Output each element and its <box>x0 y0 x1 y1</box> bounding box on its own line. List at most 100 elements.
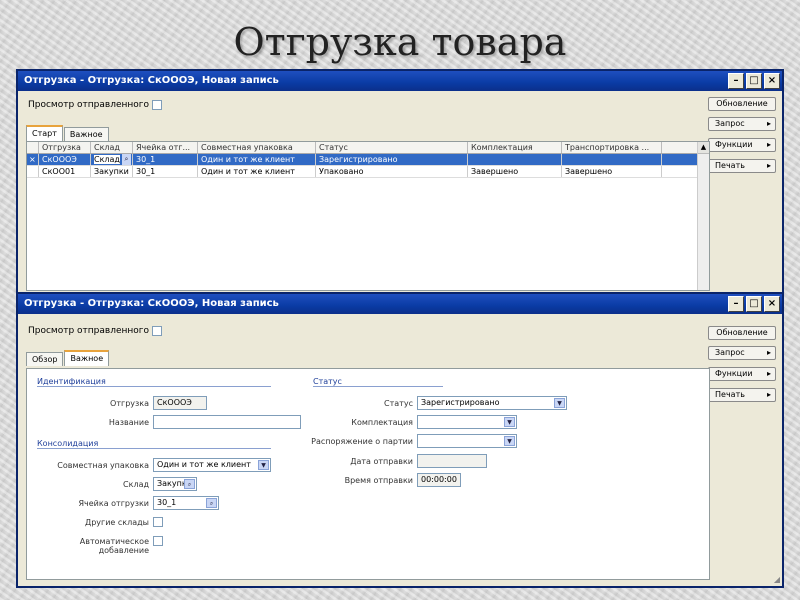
table-cell[interactable]: Один и тот же клиент <box>198 166 316 177</box>
request-button[interactable]: Запрос ▸ <box>708 346 776 360</box>
row-marker <box>27 166 39 177</box>
status-value: Зарегистрировано <box>421 398 500 407</box>
transport-select[interactable]: ▼ <box>417 434 517 448</box>
window-titlebar[interactable]: Отгрузка - Отгрузка: СкОООЭ, Новая запис… <box>18 294 782 314</box>
tab-important[interactable]: Важное <box>63 127 109 141</box>
ship-time-field[interactable]: 00:00:00 <box>417 473 461 487</box>
slide-title: Отгрузка товара <box>233 20 567 64</box>
preview-row: Просмотр отправленного <box>28 100 163 110</box>
warehouse-field[interactable]: Закупки ⌕ <box>153 477 197 491</box>
shipment-grid: Отгрузка Склад Ячейка отг... Совместная … <box>26 141 710 291</box>
grid-header-cell[interactable]: Транспортировка ... <box>562 142 662 153</box>
functions-label: Функции <box>715 140 753 149</box>
ship-time-label: Время отправки <box>344 476 413 485</box>
preview-label: Просмотр отправленного <box>28 326 150 336</box>
table-row[interactable]: × СкОООЭ Склад ⌕ 30_1 Один и тот же клиен… <box>27 154 709 166</box>
transport-label: Распоряжение о партии <box>311 437 413 446</box>
ship-date-field[interactable] <box>417 454 487 468</box>
status-select[interactable]: Зарегистрировано ▼ <box>417 396 567 410</box>
identification-section: Идентификация <box>37 377 271 387</box>
functions-button[interactable]: Функции ▸ <box>708 138 776 152</box>
table-cell[interactable]: 30_1 <box>133 166 198 177</box>
grid-header-cell[interactable]: Отгрузка <box>39 142 91 153</box>
auto-add-checkbox[interactable] <box>153 536 163 546</box>
grid-header-cell[interactable]: Комплектация <box>468 142 562 153</box>
scroll-up-icon[interactable]: ▲ <box>698 142 709 154</box>
arrow-right-icon: ▸ <box>766 390 771 399</box>
minimize-icon[interactable]: – <box>728 296 744 312</box>
preview-checkbox[interactable] <box>152 326 163 336</box>
table-cell[interactable] <box>562 154 662 165</box>
ship-cell-label: Ячейка отгрузки <box>78 499 149 508</box>
grid-header-cell[interactable]: Совместная упаковка <box>198 142 316 153</box>
close-icon[interactable]: × <box>764 296 780 312</box>
maximize-icon[interactable]: □ <box>746 73 762 89</box>
chevron-down-icon[interactable]: ▼ <box>258 460 269 470</box>
other-warehouses-label: Другие склады <box>84 518 149 527</box>
tab-start[interactable]: Старт <box>26 125 63 141</box>
functions-label: Функции <box>715 369 753 378</box>
table-cell[interactable]: Завершено <box>562 166 662 177</box>
grid-header-cell[interactable]: Статус <box>316 142 468 153</box>
print-button[interactable]: Печать ▸ <box>708 159 776 173</box>
arrow-right-icon: ▸ <box>766 140 771 149</box>
refresh-button[interactable]: Обновление <box>708 326 776 340</box>
chevron-down-icon[interactable]: ▼ <box>504 436 515 446</box>
table-cell[interactable]: 30_1 <box>133 154 198 165</box>
table-cell[interactable]: СкОООЭ <box>39 154 91 165</box>
side-buttons: Обновление Запрос ▸ Функции ▸ Печать ▸ <box>708 97 776 180</box>
side-buttons: Обновление Запрос ▸ Функции ▸ Печать ▸ <box>708 326 776 409</box>
print-label: Печать <box>715 390 745 399</box>
auto-add-label: Автоматическое добавление <box>79 537 149 555</box>
shipment-label: Отгрузка <box>110 399 149 408</box>
table-cell[interactable]: Упаковано <box>316 166 468 177</box>
window-title: Отгрузка - Отгрузка: СкОООЭ, Новая запис… <box>24 75 279 86</box>
tab-overview[interactable]: Обзор <box>26 352 64 366</box>
consolidation-section: Консолидация <box>37 439 271 449</box>
request-button[interactable]: Запрос ▸ <box>708 117 776 131</box>
table-cell[interactable] <box>468 154 562 165</box>
table-cell-value: Склад <box>94 155 120 164</box>
table-row[interactable]: СкОО01 Закупки 30_1 Один и тот же клиент… <box>27 166 709 178</box>
table-cell[interactable]: СкОО01 <box>39 166 91 177</box>
warehouse-label: Склад <box>123 480 149 489</box>
maximize-icon[interactable]: □ <box>746 296 762 312</box>
close-icon[interactable]: × <box>764 73 780 89</box>
table-cell[interactable]: Зарегистрировано <box>316 154 468 165</box>
shipment-field[interactable]: СкОООЭ <box>153 396 207 410</box>
other-warehouses-checkbox[interactable] <box>153 517 163 527</box>
window-titlebar[interactable]: Отгрузка - Отгрузка: СкОООЭ, Новая запис… <box>18 71 782 91</box>
pick-select[interactable]: ▼ <box>417 415 517 429</box>
vertical-scrollbar[interactable]: ▲ <box>697 142 709 290</box>
refresh-button[interactable]: Обновление <box>708 97 776 111</box>
name-label: Название <box>108 418 149 427</box>
chevron-down-icon[interactable]: ▼ <box>504 417 515 427</box>
ship-date-label: Дата отправки <box>350 457 413 466</box>
preview-checkbox[interactable] <box>152 100 163 110</box>
table-cell[interactable]: Один и тот же клиент <box>198 154 316 165</box>
arrow-right-icon: ▸ <box>766 369 771 378</box>
lookup-icon[interactable]: ⌕ <box>184 479 195 489</box>
lookup-icon[interactable]: ⌕ <box>122 154 131 165</box>
print-button[interactable]: Печать ▸ <box>708 388 776 402</box>
lookup-icon[interactable]: ⌕ <box>206 498 217 508</box>
grid-header-cell[interactable]: Склад <box>91 142 133 153</box>
ship-cell-value: 30_1 <box>157 498 177 507</box>
functions-button[interactable]: Функции ▸ <box>708 367 776 381</box>
chevron-down-icon[interactable]: ▼ <box>554 398 565 408</box>
joint-pack-select[interactable]: Один и тот же клиент ▼ <box>153 458 271 472</box>
pick-label: Комплектация <box>351 418 413 427</box>
tab-important[interactable]: Важное <box>64 350 110 366</box>
grid-header-cell[interactable]: Ячейка отг... <box>133 142 198 153</box>
name-field[interactable] <box>153 415 301 429</box>
status-section: Статус <box>313 377 443 387</box>
table-cell[interactable]: Завершено <box>468 166 562 177</box>
print-label: Печать <box>715 161 745 170</box>
table-cell[interactable]: Закупки <box>91 166 133 177</box>
ship-cell-field[interactable]: 30_1 ⌕ <box>153 496 219 510</box>
table-cell[interactable]: Склад ⌕ <box>91 154 133 165</box>
grid-header: Отгрузка Склад Ячейка отг... Совместная … <box>27 142 709 154</box>
grid-header-marker <box>27 142 39 153</box>
minimize-icon[interactable]: – <box>728 73 744 89</box>
resize-grip-icon[interactable]: ◢ <box>774 575 780 584</box>
